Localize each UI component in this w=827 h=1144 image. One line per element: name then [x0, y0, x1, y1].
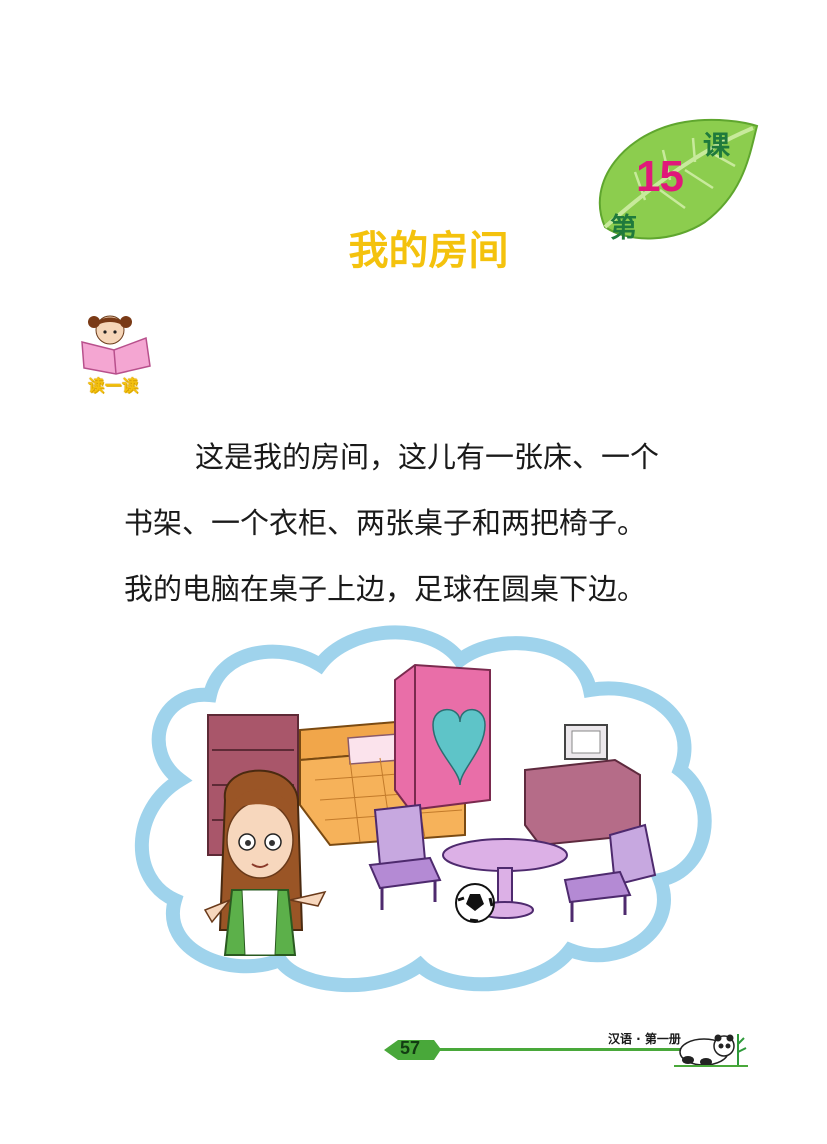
reading-passage: 这是我的房间，这儿有一张床、一个 书架、一个衣柜、两张桌子和两把椅子。 我的电脑… [124, 424, 724, 622]
lesson-title: 我的房间 [348, 228, 509, 274]
room-illustration [134, 625, 712, 993]
wardrobe [394, 663, 491, 812]
panda-icon [674, 1034, 748, 1067]
lesson-number: 15 [636, 152, 684, 201]
book-title: 汉语 · 第一册 [608, 1032, 681, 1046]
passage-line: 这是我的房间，这儿有一张床、一个 [195, 440, 660, 474]
page-number: 57 [400, 1038, 421, 1058]
section-label: 读一读 [88, 376, 140, 395]
lesson-suffix: 课 [703, 131, 730, 162]
football-icon [455, 883, 495, 923]
passage-line: 书架、一个衣柜、两张桌子和两把椅子。 [124, 506, 647, 540]
